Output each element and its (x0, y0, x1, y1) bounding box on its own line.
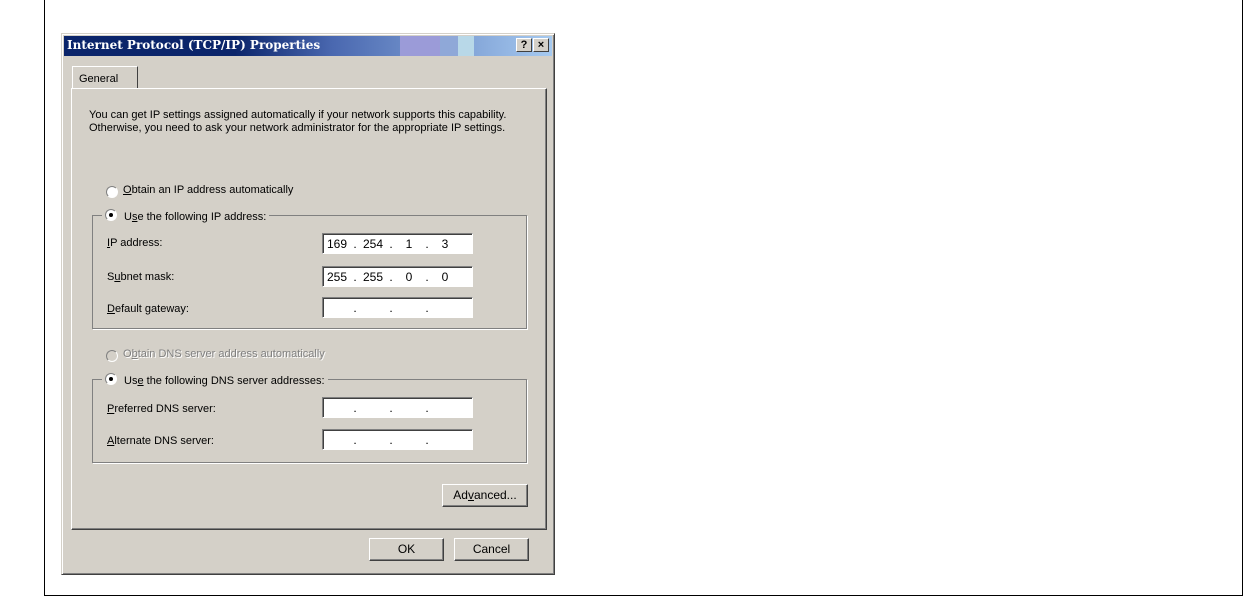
radio-obtain-ip-auto-label: Obtain an IP address automatically (123, 184, 293, 196)
label-part: the following DNS server addresses: (143, 375, 325, 387)
ip-address-input[interactable]: 169. 254. 1. 3 (322, 233, 473, 254)
ip-octet-2: 254 (362, 236, 384, 251)
label-part: Ad (453, 488, 468, 502)
description-text: You can get IP settings assigned automat… (89, 109, 507, 134)
dns-group-legend: Use the following DNS server addresses: (102, 370, 328, 387)
radio-use-following-ip-label: Use the following IP address: (124, 211, 266, 223)
ip-group-legend: Use the following IP address: (102, 206, 270, 223)
octet-separator: . (389, 400, 393, 415)
label-part: Us (124, 375, 138, 387)
label-part: bnet mask: (120, 271, 175, 283)
radio-obtain-dns-auto-label: Obtain DNS server address automatically (123, 348, 325, 360)
default-gateway-input[interactable]: . . . (322, 297, 473, 318)
subnet-mask-label: Subnet mask: (107, 271, 174, 283)
obtain-ip-label-rest: btain an IP address automatically (131, 184, 294, 196)
ip-octet-4: 3 (441, 236, 449, 251)
octet-separator: . (353, 400, 357, 415)
dialog-title: Internet Protocol (TCP/IP) Properties (67, 38, 321, 52)
radio-obtain-ip-auto[interactable] (106, 186, 118, 198)
label-part: tain DNS server address automatically (137, 348, 325, 360)
title-bar[interactable]: Internet Protocol (TCP/IP) Properties ? … (64, 36, 552, 56)
tab-general-label: General (79, 73, 119, 85)
radio-use-following-dns[interactable] (105, 373, 117, 385)
ip-octet-3: 1 (405, 236, 413, 251)
alternate-dns-input[interactable]: . . . (322, 429, 473, 450)
preferred-dns-label: Preferred DNS server: (107, 403, 216, 415)
subnet-octet-1: 255 (326, 269, 348, 284)
octet-separator: . (425, 400, 429, 415)
label-part: P address: (110, 237, 163, 249)
tab-general[interactable]: General (72, 66, 138, 88)
ip-address-label: IP address: (107, 237, 162, 249)
label-part: efault gateway: (114, 303, 189, 315)
label-part: O (123, 348, 132, 360)
cancel-button[interactable]: Cancel (454, 538, 529, 561)
octet-separator: . (425, 269, 429, 284)
title-bar-decoration (440, 36, 458, 56)
label-part: referred DNS server: (114, 403, 216, 415)
octet-separator: . (389, 236, 393, 251)
title-bar-decoration (458, 36, 474, 56)
label-part: lternate DNS server: (114, 435, 214, 447)
preferred-dns-input[interactable]: . . . (322, 397, 473, 418)
tcpip-properties-dialog: Internet Protocol (TCP/IP) Properties ? … (61, 33, 555, 575)
advanced-button[interactable]: Advanced... (442, 484, 528, 507)
subnet-mask-input[interactable]: 255. 255. 0. 0 (322, 266, 473, 287)
octet-separator: . (389, 432, 393, 447)
octet-separator: . (353, 236, 357, 251)
label-part: U (124, 211, 132, 223)
radio-use-following-ip[interactable] (105, 209, 117, 221)
subnet-octet-2: 255 (362, 269, 384, 284)
octet-separator: . (425, 432, 429, 447)
title-bar-decoration (400, 36, 440, 56)
close-icon: × (537, 39, 545, 51)
gateway-mnemonic: D (107, 303, 115, 315)
subnet-octet-3: 0 (405, 269, 413, 284)
octet-separator: . (353, 269, 357, 284)
ip-octet-1: 169 (326, 236, 348, 251)
octet-separator: . (425, 300, 429, 315)
page-right-border (1242, 0, 1243, 596)
obtain-ip-mnemonic: O (123, 184, 132, 196)
octet-separator: . (425, 236, 429, 251)
radio-obtain-dns-auto[interactable] (106, 350, 118, 362)
octet-separator: . (353, 300, 357, 315)
page-left-border (44, 0, 45, 596)
close-button[interactable]: × (533, 38, 549, 52)
dns-server-group (92, 379, 527, 463)
alternate-dns-label: Alternate DNS server: (107, 435, 214, 447)
default-gateway-label: Default gateway: (107, 303, 189, 315)
help-icon: ? (520, 39, 528, 51)
octet-separator: . (389, 269, 393, 284)
octet-separator: . (353, 432, 357, 447)
octet-separator: . (389, 300, 393, 315)
radio-use-following-dns-label: Use the following DNS server addresses: (124, 375, 325, 387)
subnet-octet-4: 0 (441, 269, 449, 284)
ok-button[interactable]: OK (369, 538, 444, 561)
label-part: anced... (473, 488, 517, 502)
help-button[interactable]: ? (516, 38, 532, 52)
label-part: e the following IP address: (137, 211, 267, 223)
